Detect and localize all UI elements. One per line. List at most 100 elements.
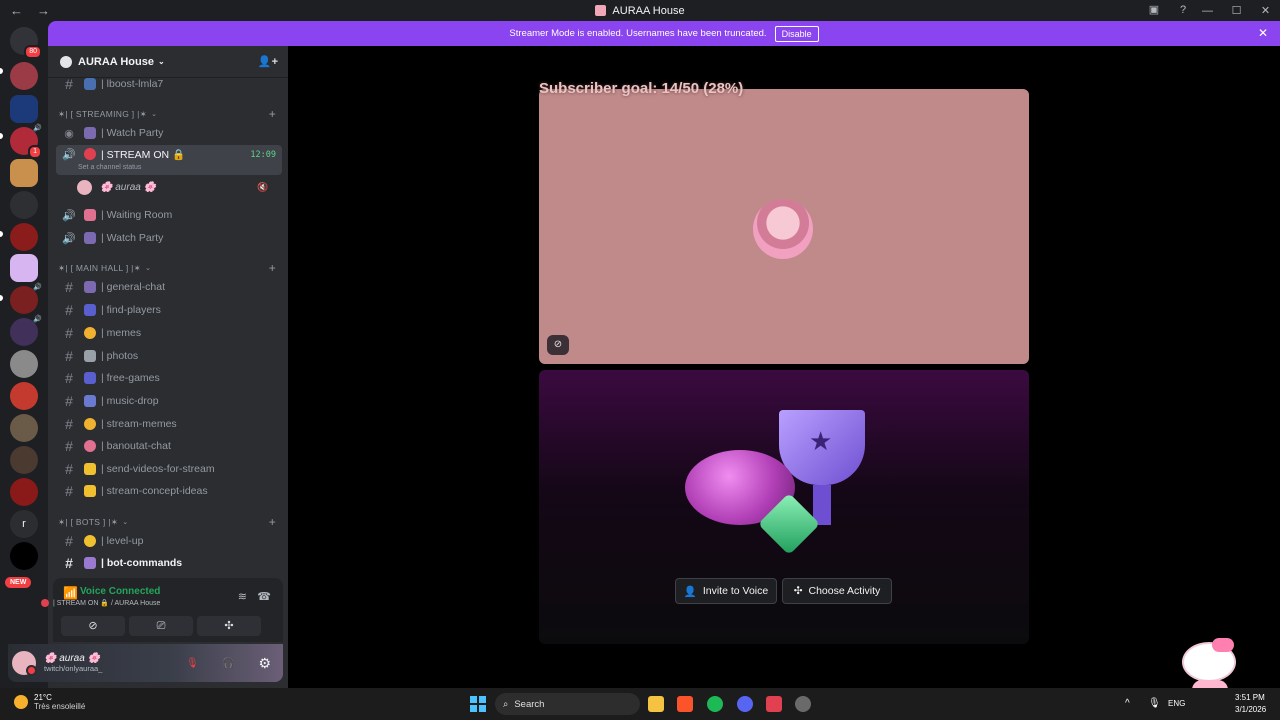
chevron-down-icon: ⌄ bbox=[151, 111, 158, 118]
hash-icon: # bbox=[65, 555, 73, 571]
server-icon[interactable]: 🔊 1 bbox=[10, 125, 42, 159]
gear-icon[interactable]: ⚙ bbox=[258, 655, 271, 672]
activity-panel: ★ 👤 Invite to Voice ✣ Choose Activity bbox=[539, 370, 1029, 644]
disconnect-icon[interactable]: ☎ bbox=[257, 590, 271, 603]
chevron-up-icon[interactable]: ^ bbox=[1125, 698, 1130, 709]
server-icon[interactable] bbox=[10, 95, 38, 123]
noise-suppression-icon[interactable]: ≋ bbox=[238, 590, 247, 603]
help-icon[interactable]: ? bbox=[1176, 3, 1190, 17]
server-icon[interactable] bbox=[10, 62, 38, 90]
server-icon[interactable] bbox=[10, 446, 38, 474]
channel-send-videos[interactable]: # | send-videos-for-stream bbox=[56, 459, 282, 479]
disable-button[interactable]: Disable bbox=[774, 25, 819, 42]
server-icon[interactable] bbox=[10, 542, 38, 570]
sun-icon bbox=[84, 535, 96, 547]
create-channel-icon[interactable]: + bbox=[269, 261, 276, 275]
invite-people-icon[interactable]: 👤+ bbox=[258, 55, 278, 68]
server-icon[interactable] bbox=[10, 382, 38, 410]
voice-user[interactable]: 🌸 auraa 🌸 🔇 bbox=[77, 180, 268, 195]
server-icon[interactable] bbox=[10, 478, 38, 506]
channel-status-link[interactable]: Set a channel status bbox=[78, 164, 141, 171]
channel-watch-party[interactable]: ◉ | Watch Party bbox=[56, 123, 282, 143]
voice-channel-link[interactable]: | STREAM ON 🔒 / AURAA House bbox=[41, 599, 160, 607]
choose-activity-button[interactable]: ✣ Choose Activity bbox=[782, 578, 892, 604]
chevron-down-icon: ⌄ bbox=[122, 519, 129, 526]
minimize-button[interactable]: — bbox=[1193, 5, 1222, 17]
channel-level-up[interactable]: # | level-up bbox=[56, 531, 282, 551]
stream-tile[interactable]: ⊘ bbox=[539, 89, 1029, 364]
channel-waiting-room[interactable]: 🔊 | Waiting Room bbox=[56, 205, 282, 225]
clock-date[interactable]: 3/1/2026 bbox=[1235, 705, 1266, 714]
stage-icon: ◉ bbox=[64, 127, 74, 140]
activity-button[interactable]: ✣ bbox=[197, 616, 261, 636]
channel-memes[interactable]: # | memes bbox=[56, 323, 282, 343]
close-window-button[interactable]: ✕ bbox=[1251, 4, 1280, 17]
channel-emoji-icon bbox=[84, 327, 96, 339]
close-icon[interactable]: ✕ bbox=[1258, 26, 1268, 40]
channel-stream-memes[interactable]: # | stream-memes bbox=[56, 414, 282, 434]
channel-emoji-icon bbox=[84, 78, 96, 90]
avatar[interactable] bbox=[12, 651, 37, 676]
channel-free-games[interactable]: # | free-games bbox=[56, 368, 282, 388]
server-icon[interactable]: 🔊 bbox=[10, 316, 42, 346]
microphone-icon[interactable]: 🎙 bbox=[1148, 698, 1161, 709]
discord-icon[interactable] bbox=[737, 696, 753, 712]
screen-share-button[interactable]: ⎚ bbox=[129, 616, 193, 636]
channel-emoji-icon bbox=[84, 440, 96, 452]
streamer-mode-banner: Streamer Mode is enabled. Usernames have… bbox=[48, 21, 1280, 46]
weather-widget[interactable]: 21°C Très ensoleillé bbox=[14, 693, 85, 711]
channel-emoji-icon bbox=[84, 350, 96, 362]
channel-stream-concept[interactable]: # | stream-concept-ideas bbox=[56, 481, 282, 501]
invite-to-voice-button[interactable]: 👤 Invite to Voice bbox=[675, 578, 777, 604]
server-icon[interactable] bbox=[10, 159, 38, 187]
channel-banoutat-chat[interactable]: # | banoutat-chat bbox=[56, 436, 282, 456]
server-icon[interactable] bbox=[10, 223, 38, 251]
camera-off-button[interactable]: ⊘ bbox=[61, 616, 125, 636]
channel-photos[interactable]: # | photos bbox=[56, 346, 282, 366]
inbox-icon[interactable]: ▣ bbox=[1147, 3, 1161, 17]
channel-find-players[interactable]: # | find-players bbox=[56, 300, 282, 320]
create-channel-icon[interactable]: + bbox=[269, 515, 276, 529]
user-panel: 🌸 auraa 🌸 twitch/onlyauraa_ 🎙 🎧 ⚙ bbox=[8, 644, 283, 682]
speaker-icon: 🔊 bbox=[62, 232, 76, 245]
hash-icon: # bbox=[65, 393, 73, 409]
channel-emoji-icon bbox=[41, 599, 49, 607]
app-icon[interactable] bbox=[766, 696, 782, 712]
hide-stream-icon[interactable]: ⊘ bbox=[547, 335, 569, 355]
server-favicon-icon bbox=[595, 5, 607, 16]
server-icon[interactable] bbox=[10, 191, 38, 219]
server-icon[interactable] bbox=[10, 414, 38, 442]
channel-watch-party-voice[interactable]: 🔊 | Watch Party bbox=[56, 228, 282, 248]
brave-icon[interactable] bbox=[677, 696, 693, 712]
forward-arrow-icon[interactable]: → bbox=[37, 3, 50, 18]
category-streaming[interactable]: ✶| [ STREAMING ] |✶ ⌄ + bbox=[58, 107, 280, 121]
app-icon[interactable] bbox=[795, 696, 811, 712]
create-channel-icon[interactable]: + bbox=[269, 107, 276, 121]
category-bots[interactable]: ✶| [ BOTS ] |✶ ⌄ + bbox=[58, 515, 280, 529]
file-explorer-icon[interactable] bbox=[648, 696, 664, 712]
channel-music-drop[interactable]: # | music-drop bbox=[56, 391, 282, 411]
back-arrow-icon[interactable]: ← bbox=[10, 3, 23, 18]
voice-status[interactable]: Voice Connected bbox=[80, 586, 160, 597]
channel-emoji-icon bbox=[84, 395, 96, 407]
direct-messages-home[interactable]: 80 bbox=[10, 27, 42, 59]
channel-boost[interactable]: # | lboost-lmla7 bbox=[56, 74, 282, 94]
category-main-hall[interactable]: ✶| [ MAIN HALL ] |✶ ⌄ + bbox=[58, 261, 280, 275]
server-icon[interactable]: 🔊 bbox=[10, 284, 42, 314]
maximize-button[interactable]: ☐ bbox=[1222, 4, 1251, 17]
channel-bot-commands[interactable]: # | bot-commands bbox=[56, 553, 282, 573]
server-icon[interactable] bbox=[10, 350, 38, 378]
deafen-icon[interactable]: 🎧 bbox=[222, 658, 234, 669]
new-unreads-pill[interactable]: NEW bbox=[5, 577, 32, 588]
server-icon[interactable]: r bbox=[10, 510, 38, 538]
spotify-icon[interactable] bbox=[707, 696, 723, 712]
start-button[interactable] bbox=[470, 696, 486, 712]
search-box[interactable]: ⌕ Search bbox=[495, 693, 640, 715]
channel-general-chat[interactable]: # | general-chat bbox=[56, 277, 282, 297]
mute-icon[interactable]: 🎙 bbox=[186, 658, 199, 669]
username[interactable]: 🌸 auraa 🌸 bbox=[44, 653, 102, 664]
language-indicator[interactable]: ENG bbox=[1168, 699, 1185, 708]
clock-time[interactable]: 3:51 PM bbox=[1235, 693, 1265, 702]
server-icon[interactable] bbox=[10, 254, 38, 282]
voice-connected-icon: 🔊 bbox=[62, 149, 76, 161]
